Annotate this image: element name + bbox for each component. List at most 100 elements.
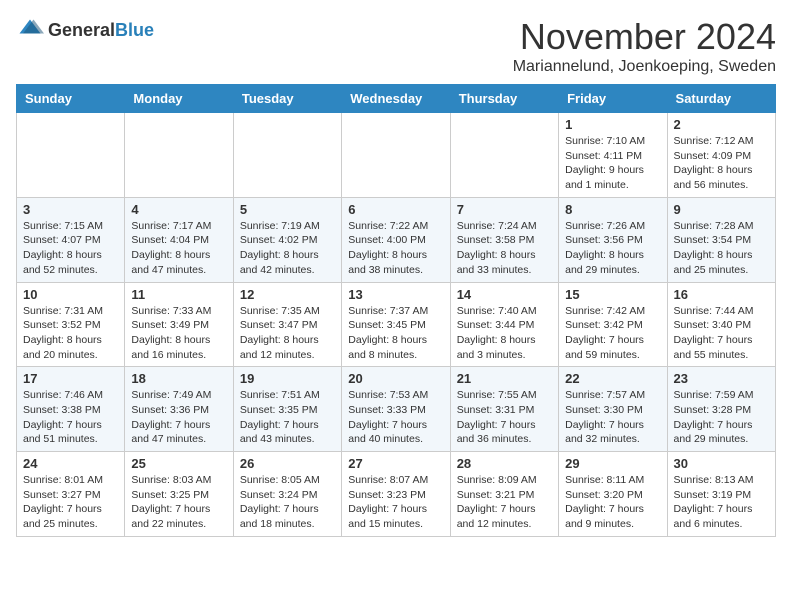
- day-info: Sunrise: 7:51 AMSunset: 3:35 PMDaylight:…: [240, 388, 335, 447]
- day-number: 28: [457, 456, 552, 471]
- day-number: 1: [565, 117, 660, 132]
- logo: GeneralBlue: [16, 16, 154, 44]
- day-number: 7: [457, 202, 552, 217]
- calendar-week-row: 3Sunrise: 7:15 AMSunset: 4:07 PMDaylight…: [17, 197, 776, 282]
- calendar-table: SundayMondayTuesdayWednesdayThursdayFrid…: [16, 84, 776, 537]
- calendar-week-row: 1 Sunrise: 7:10 AMSunset: 4:11 PMDaylight…: [17, 113, 776, 198]
- day-number: 25: [131, 456, 226, 471]
- calendar-cell: 10Sunrise: 7:31 AMSunset: 3:52 PMDayligh…: [17, 282, 125, 367]
- calendar-cell: 7 Sunrise: 7:24 AMSunset: 3:58 PMDaylight…: [450, 197, 558, 282]
- day-number: 17: [23, 371, 118, 386]
- day-info: Sunrise: 7:10 AMSunset: 4:11 PMDaylight:…: [565, 134, 660, 193]
- day-number: 21: [457, 371, 552, 386]
- page-header: GeneralBlue November 2024 Mariannelund, …: [16, 16, 776, 76]
- location-title: Mariannelund, Joenkoeping, Sweden: [513, 58, 776, 76]
- calendar-cell: 28 Sunrise: 8:09 AMSunset: 3:21 PMDayligh…: [450, 452, 558, 537]
- logo-icon: [16, 16, 44, 44]
- calendar-cell: 20Sunrise: 7:53 AMSunset: 3:33 PMDayligh…: [342, 367, 450, 452]
- day-info: Sunrise: 7:59 AMSunset: 3:28 PMDaylight:…: [674, 388, 769, 447]
- calendar-body: 1 Sunrise: 7:10 AMSunset: 4:11 PMDaylight…: [17, 113, 776, 537]
- calendar-cell: 30Sunrise: 8:13 AMSunset: 3:19 PMDayligh…: [667, 452, 775, 537]
- calendar-cell: [125, 113, 233, 198]
- calendar-cell: 14 Sunrise: 7:40 AMSunset: 3:44 PMDayligh…: [450, 282, 558, 367]
- day-info: Sunrise: 7:12 AMSunset: 4:09 PMDaylight:…: [674, 134, 769, 193]
- calendar-cell: 8 Sunrise: 7:26 AMSunset: 3:56 PMDaylight…: [559, 197, 667, 282]
- calendar-cell: 5 Sunrise: 7:19 AMSunset: 4:02 PMDaylight…: [233, 197, 341, 282]
- calendar-cell: 12 Sunrise: 7:35 AMSunset: 3:47 PMDayligh…: [233, 282, 341, 367]
- calendar-cell: [342, 113, 450, 198]
- calendar-cell: [17, 113, 125, 198]
- calendar-cell: [233, 113, 341, 198]
- calendar-header-tuesday: Tuesday: [233, 85, 341, 113]
- calendar-cell: 24Sunrise: 8:01 AMSunset: 3:27 PMDayligh…: [17, 452, 125, 537]
- calendar-header-friday: Friday: [559, 85, 667, 113]
- day-number: 29: [565, 456, 660, 471]
- calendar-cell: 23 Sunrise: 7:59 AMSunset: 3:28 PMDayligh…: [667, 367, 775, 452]
- day-number: 14: [457, 287, 552, 302]
- calendar-week-row: 10Sunrise: 7:31 AMSunset: 3:52 PMDayligh…: [17, 282, 776, 367]
- day-info: Sunrise: 7:42 AMSunset: 3:42 PMDaylight:…: [565, 304, 660, 363]
- day-number: 26: [240, 456, 335, 471]
- calendar-cell: 18 Sunrise: 7:49 AMSunset: 3:36 PMDayligh…: [125, 367, 233, 452]
- day-info: Sunrise: 7:55 AMSunset: 3:31 PMDaylight:…: [457, 388, 552, 447]
- day-info: Sunrise: 7:37 AMSunset: 3:45 PMDaylight:…: [348, 304, 443, 363]
- day-number: 16: [674, 287, 769, 302]
- calendar-cell: 6 Sunrise: 7:22 AMSunset: 4:00 PMDaylight…: [342, 197, 450, 282]
- day-number: 12: [240, 287, 335, 302]
- day-info: Sunrise: 8:03 AMSunset: 3:25 PMDaylight:…: [131, 473, 226, 532]
- calendar-cell: 26 Sunrise: 8:05 AMSunset: 3:24 PMDayligh…: [233, 452, 341, 537]
- calendar-cell: 25 Sunrise: 8:03 AMSunset: 3:25 PMDayligh…: [125, 452, 233, 537]
- calendar-cell: 11Sunrise: 7:33 AMSunset: 3:49 PMDayligh…: [125, 282, 233, 367]
- calendar-cell: 16Sunrise: 7:44 AMSunset: 3:40 PMDayligh…: [667, 282, 775, 367]
- day-info: Sunrise: 7:57 AMSunset: 3:30 PMDaylight:…: [565, 388, 660, 447]
- calendar-cell: 3Sunrise: 7:15 AMSunset: 4:07 PMDaylight…: [17, 197, 125, 282]
- day-number: 23: [674, 371, 769, 386]
- day-info: Sunrise: 7:35 AMSunset: 3:47 PMDaylight:…: [240, 304, 335, 363]
- calendar-header-row: SundayMondayTuesdayWednesdayThursdayFrid…: [17, 85, 776, 113]
- month-title: November 2024: [513, 16, 776, 58]
- day-number: 2: [674, 117, 769, 132]
- day-number: 4: [131, 202, 226, 217]
- day-info: Sunrise: 7:15 AMSunset: 4:07 PMDaylight:…: [23, 219, 118, 278]
- day-info: Sunrise: 8:07 AMSunset: 3:23 PMDaylight:…: [348, 473, 443, 532]
- day-number: 30: [674, 456, 769, 471]
- day-info: Sunrise: 7:49 AMSunset: 3:36 PMDaylight:…: [131, 388, 226, 447]
- day-info: Sunrise: 7:19 AMSunset: 4:02 PMDaylight:…: [240, 219, 335, 278]
- day-info: Sunrise: 7:40 AMSunset: 3:44 PMDaylight:…: [457, 304, 552, 363]
- calendar-cell: 15 Sunrise: 7:42 AMSunset: 3:42 PMDayligh…: [559, 282, 667, 367]
- logo-text-blue: Blue: [115, 20, 154, 40]
- day-info: Sunrise: 8:05 AMSunset: 3:24 PMDaylight:…: [240, 473, 335, 532]
- calendar-cell: 4 Sunrise: 7:17 AMSunset: 4:04 PMDaylight…: [125, 197, 233, 282]
- day-number: 19: [240, 371, 335, 386]
- day-number: 15: [565, 287, 660, 302]
- calendar-cell: 1 Sunrise: 7:10 AMSunset: 4:11 PMDaylight…: [559, 113, 667, 198]
- calendar-header-sunday: Sunday: [17, 85, 125, 113]
- day-info: Sunrise: 7:31 AMSunset: 3:52 PMDaylight:…: [23, 304, 118, 363]
- calendar-cell: 13Sunrise: 7:37 AMSunset: 3:45 PMDayligh…: [342, 282, 450, 367]
- day-info: Sunrise: 8:09 AMSunset: 3:21 PMDaylight:…: [457, 473, 552, 532]
- calendar-header-wednesday: Wednesday: [342, 85, 450, 113]
- title-area: November 2024 Mariannelund, Joenkoeping,…: [513, 16, 776, 76]
- day-number: 6: [348, 202, 443, 217]
- logo-text-general: General: [48, 20, 115, 40]
- day-info: Sunrise: 7:17 AMSunset: 4:04 PMDaylight:…: [131, 219, 226, 278]
- day-number: 8: [565, 202, 660, 217]
- calendar-cell: 2 Sunrise: 7:12 AMSunset: 4:09 PMDaylight…: [667, 113, 775, 198]
- calendar-week-row: 17Sunrise: 7:46 AMSunset: 3:38 PMDayligh…: [17, 367, 776, 452]
- day-number: 9: [674, 202, 769, 217]
- calendar-week-row: 24Sunrise: 8:01 AMSunset: 3:27 PMDayligh…: [17, 452, 776, 537]
- day-number: 5: [240, 202, 335, 217]
- day-info: Sunrise: 7:26 AMSunset: 3:56 PMDaylight:…: [565, 219, 660, 278]
- calendar-header-saturday: Saturday: [667, 85, 775, 113]
- day-info: Sunrise: 7:22 AMSunset: 4:00 PMDaylight:…: [348, 219, 443, 278]
- day-number: 18: [131, 371, 226, 386]
- day-info: Sunrise: 7:24 AMSunset: 3:58 PMDaylight:…: [457, 219, 552, 278]
- day-info: Sunrise: 7:53 AMSunset: 3:33 PMDaylight:…: [348, 388, 443, 447]
- calendar-cell: 17Sunrise: 7:46 AMSunset: 3:38 PMDayligh…: [17, 367, 125, 452]
- day-number: 27: [348, 456, 443, 471]
- calendar-cell: 19 Sunrise: 7:51 AMSunset: 3:35 PMDayligh…: [233, 367, 341, 452]
- calendar-header-thursday: Thursday: [450, 85, 558, 113]
- day-info: Sunrise: 7:33 AMSunset: 3:49 PMDaylight:…: [131, 304, 226, 363]
- day-info: Sunrise: 8:01 AMSunset: 3:27 PMDaylight:…: [23, 473, 118, 532]
- calendar-header-monday: Monday: [125, 85, 233, 113]
